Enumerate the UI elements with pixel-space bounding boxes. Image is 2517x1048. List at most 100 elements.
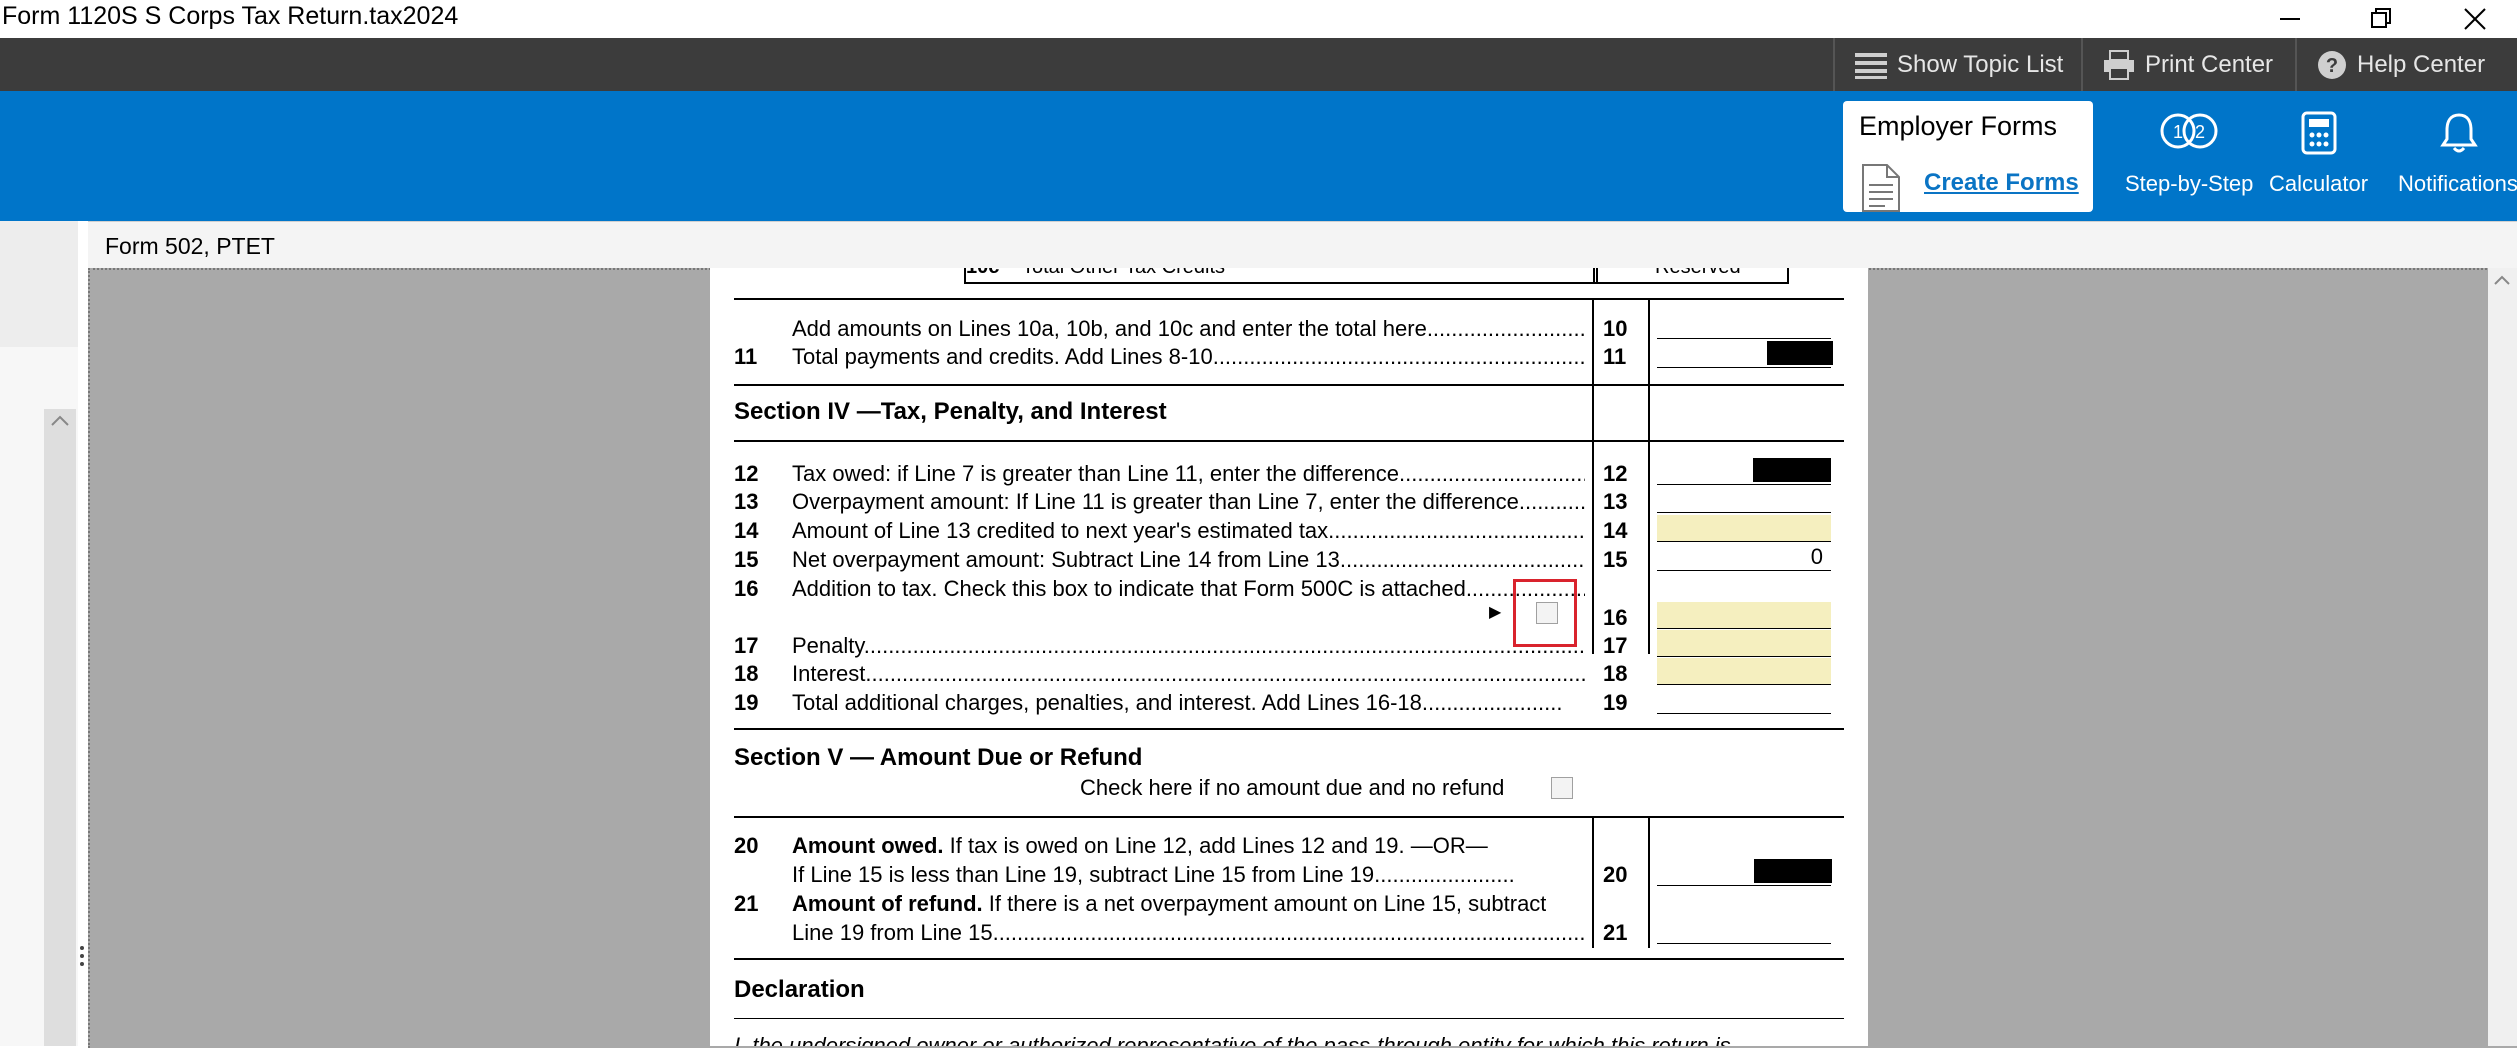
line-18-text: Interest................................… xyxy=(792,661,1585,686)
line-10c-field: Reserved xyxy=(1593,268,1789,284)
notifications-button[interactable]: Notifications xyxy=(2386,91,2517,221)
line-13-field[interactable] xyxy=(1657,486,1831,513)
form-page: 10c Total Other Tax Credits Reserved Add… xyxy=(710,268,1868,1046)
line-17-field[interactable] xyxy=(1657,630,1831,657)
line-15-ref: 15 xyxy=(1603,547,1628,572)
line-10-ref: 10 xyxy=(1603,316,1628,341)
line-10c-value: Reserved xyxy=(1655,268,1741,279)
line-12-text: Tax owed: if Line 7 is greater than Line… xyxy=(792,461,1585,486)
form-500c-checkbox[interactable] xyxy=(1536,602,1558,624)
chevron-up-icon[interactable] xyxy=(2488,268,2517,294)
calculator-button[interactable]: Calculator xyxy=(2262,91,2376,221)
no-amount-checkbox[interactable] xyxy=(1551,777,1573,799)
line-12-num: 12 xyxy=(734,461,759,486)
line-11-field[interactable] xyxy=(1657,341,1833,368)
panel-splitter[interactable] xyxy=(78,221,88,1046)
notifications-label: Notifications xyxy=(2398,171,2517,196)
line-20-num: 20 xyxy=(734,833,759,858)
line-15-field[interactable]: 0 xyxy=(1657,544,1831,571)
line-18-field[interactable] xyxy=(1657,658,1831,685)
line-21-text: Amount of refund. If there is a net over… xyxy=(792,891,1547,916)
line-10-text: Add amounts on Lines 10a, 10b, and 10c a… xyxy=(792,316,1585,341)
line-10c-box: 10c Total Other Tax Credits xyxy=(964,268,1598,284)
arrow-icon: ▶ xyxy=(1489,604,1502,621)
column-divider xyxy=(1648,816,1650,948)
calculator-label: Calculator xyxy=(2269,171,2369,196)
left-panel xyxy=(0,221,88,1046)
line-15-text: Net overpayment amount: Subtract Line 14… xyxy=(792,547,1585,572)
line-13-num: 13 xyxy=(734,489,759,514)
line-15-value: 0 xyxy=(1810,544,1823,569)
column-divider xyxy=(1648,298,1650,654)
divider xyxy=(734,440,1844,442)
vertical-scrollbar[interactable] xyxy=(2488,268,2517,1046)
line-14-ref: 14 xyxy=(1603,518,1628,543)
line-12-ref: 12 xyxy=(1603,461,1628,486)
line-10-field[interactable] xyxy=(1657,312,1831,339)
line-19-field[interactable] xyxy=(1657,687,1831,714)
divider xyxy=(734,728,1844,730)
line-14-text: Amount of Line 13 credited to next year'… xyxy=(792,518,1585,543)
line-14-num: 14 xyxy=(734,518,759,543)
line-18-num: 18 xyxy=(734,661,759,686)
line-11-num: 11 xyxy=(734,344,758,369)
line-17-num: 17 xyxy=(734,633,759,658)
restore-icon xyxy=(2371,8,2391,28)
line-16-text: Addition to tax. Check this box to indic… xyxy=(792,576,1585,601)
line-17-text: Penalty.................................… xyxy=(792,633,1585,658)
step-by-step-label: Step-by-Step xyxy=(2125,171,2254,196)
tab-label: Form 502, PTET xyxy=(105,233,275,259)
divider xyxy=(734,816,1844,818)
help-center-button[interactable]: ? Help Center xyxy=(2295,38,2517,91)
redacted-value xyxy=(1754,859,1832,883)
line-20-ref: 20 xyxy=(1603,862,1628,887)
calculator-icon xyxy=(2301,111,2337,155)
line-16-ref: 16 xyxy=(1603,605,1628,630)
no-amount-label: Check here if no amount due and no refun… xyxy=(1080,775,1505,800)
grip-icon xyxy=(80,946,84,966)
line-17-ref: 17 xyxy=(1603,633,1628,658)
line-12-field[interactable] xyxy=(1657,458,1831,485)
show-topic-list-button[interactable]: Show Topic List xyxy=(1833,38,2081,91)
document-icon xyxy=(1862,164,1900,212)
line-10c-text: Total Other Tax Credits xyxy=(1022,268,1225,279)
top-toolbar: Show Topic List Print Center ? Help Cent… xyxy=(0,38,2517,91)
app-header: Employer Forms Create Forms 1 2 Step-by-… xyxy=(0,91,2517,221)
line-21-ref: 21 xyxy=(1603,920,1628,945)
line-14-field[interactable] xyxy=(1657,515,1831,542)
restore-button[interactable] xyxy=(2347,0,2417,38)
minimize-button[interactable] xyxy=(2256,0,2326,38)
left-scrollbar[interactable] xyxy=(44,409,76,1046)
declaration-heading: Declaration xyxy=(734,976,865,1003)
section-v-heading: Section V — Amount Due or Refund xyxy=(734,744,1143,771)
print-center-button[interactable]: Print Center xyxy=(2081,38,2295,91)
line-21-num: 21 xyxy=(734,891,759,916)
line-10c-num: 10c xyxy=(966,268,999,279)
bell-icon xyxy=(2440,113,2478,153)
line-20-text: Amount owed. If tax is owed on Line 12, … xyxy=(792,833,1488,858)
line-15-num: 15 xyxy=(734,547,759,572)
column-divider xyxy=(1592,298,1594,654)
redacted-value xyxy=(1767,341,1833,365)
chevron-up-icon[interactable] xyxy=(44,409,76,433)
step-by-step-button[interactable]: 1 2 Step-by-Step xyxy=(2118,91,2262,221)
line-19-ref: 19 xyxy=(1603,690,1628,715)
close-icon xyxy=(2464,8,2486,30)
close-button[interactable] xyxy=(2440,0,2510,38)
line-19-num: 19 xyxy=(734,690,759,715)
svg-text:?: ? xyxy=(2326,55,2338,77)
line-13-text: Overpayment amount: If Line 11 is greate… xyxy=(792,489,1585,514)
tab-form-502-ptet[interactable]: Form 502, PTET xyxy=(88,221,2517,270)
minimize-icon xyxy=(2280,18,2300,20)
line-16-field[interactable] xyxy=(1657,602,1831,629)
divider xyxy=(734,1018,1844,1019)
svg-text:1: 1 xyxy=(2173,122,2183,142)
line-20-text-2: If Line 15 is less than Line 19, subtrac… xyxy=(792,862,1515,887)
line-21-field[interactable] xyxy=(1657,917,1831,944)
divider xyxy=(734,384,1844,386)
section-iv-heading: Section IV —Tax, Penalty, and Interest xyxy=(734,398,1167,425)
left-panel-content xyxy=(0,221,78,347)
create-forms-link[interactable]: Create Forms xyxy=(1924,169,2079,197)
svg-text:2: 2 xyxy=(2195,122,2205,142)
line-20-field[interactable] xyxy=(1657,859,1832,886)
